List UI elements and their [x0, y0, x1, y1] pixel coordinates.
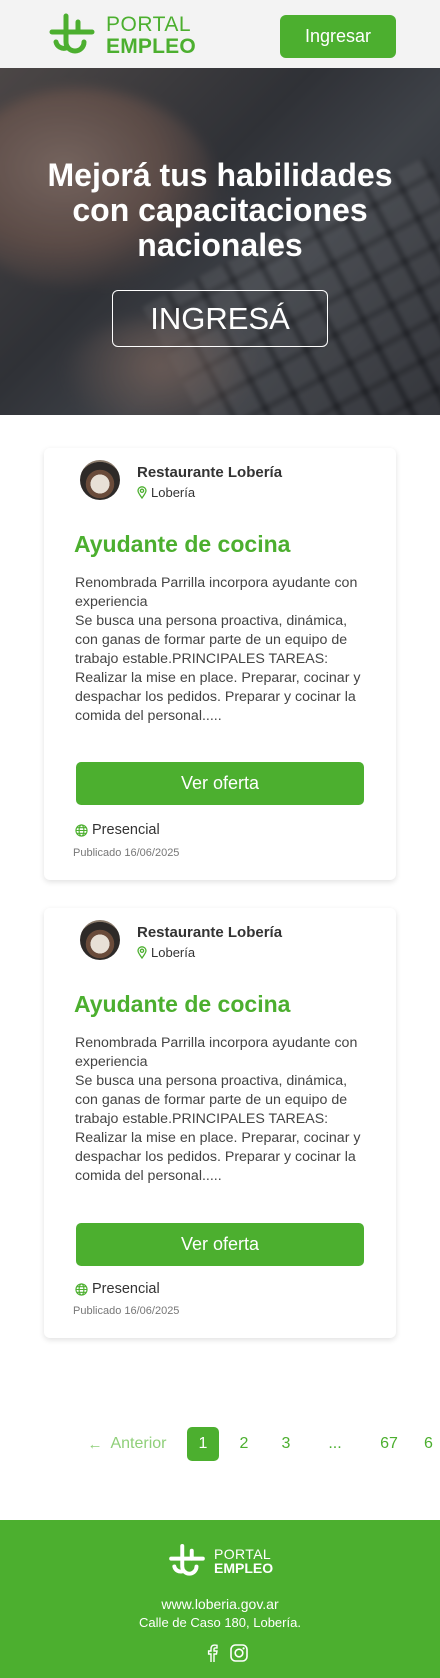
- login-button[interactable]: Ingresar: [280, 15, 396, 58]
- published-date: Publicado 16/06/2025: [73, 847, 180, 859]
- footer-logo-text: PORTAL EMPLEO: [214, 1547, 273, 1575]
- view-offer-button[interactable]: Ver oferta: [76, 762, 364, 805]
- pagination-page-2[interactable]: 2: [228, 1427, 260, 1461]
- hero-title: Mejorá tus habilidades con capacitacione…: [47, 157, 393, 263]
- hero-banner: Mejorá tus habilidades con capacitacione…: [0, 68, 440, 415]
- facebook-icon[interactable]: [203, 1643, 223, 1663]
- footer-logo[interactable]: PORTAL EMPLEO: [168, 1542, 273, 1580]
- company-avatar: [80, 920, 120, 960]
- logo-line-empleo: EMPLEO: [106, 34, 196, 58]
- social-links: [203, 1643, 249, 1663]
- job-description: Renombrada Parrilla incorpora ayudante c…: [75, 1035, 361, 1184]
- pagination-prev[interactable]: ← Anterior: [82, 1427, 172, 1461]
- job-title[interactable]: Ayudante de cocina: [74, 991, 290, 1018]
- footer: PORTAL EMPLEO www.loberia.gov.ar Calle d…: [0, 1520, 440, 1678]
- pagination-prev-label: Anterior: [110, 1435, 167, 1452]
- company-name: Restaurante Lobería: [137, 464, 283, 481]
- footer-website-link[interactable]: www.loberia.gov.ar: [0, 1596, 440, 1612]
- job-modality: Presencial: [75, 822, 160, 838]
- company-name: Restaurante Lobería: [137, 924, 283, 941]
- globe-icon: [75, 1282, 88, 1296]
- published-date: Publicado 16/06/2025: [73, 1305, 180, 1317]
- location-pin-icon: [137, 486, 147, 499]
- portal-empleo-logo[interactable]: PORTAL EMPLEO: [48, 12, 196, 58]
- pagination-page-next-partial[interactable]: 6: [424, 1427, 440, 1461]
- job-modality-text: Presencial: [92, 1281, 160, 1297]
- top-header: PORTAL EMPLEO Ingresar: [0, 0, 440, 68]
- pagination-page-67[interactable]: 67: [372, 1427, 406, 1461]
- arrow-left-icon: ←: [87, 1435, 103, 1453]
- job-modality: Presencial: [75, 1281, 160, 1297]
- globe-icon: [75, 823, 88, 837]
- job-description: Renombrada Parrilla incorpora ayudante c…: [75, 575, 361, 724]
- instagram-icon[interactable]: [229, 1643, 249, 1663]
- job-location-text: Lobería: [151, 485, 196, 500]
- job-modality-text: Presencial: [92, 822, 160, 838]
- footer-address: Calle de Caso 180, Lobería.: [139, 1615, 301, 1630]
- job-card: Restaurante Lobería Lobería Ayudante de …: [44, 448, 396, 880]
- pagination: ← Anterior 1 2 3 ... 67 6: [0, 1427, 440, 1461]
- portal-empleo-logo-icon: [169, 1543, 205, 1576]
- company-avatar: [80, 460, 120, 500]
- view-offer-button[interactable]: Ver oferta: [76, 1223, 364, 1266]
- portal-empleo-logo-icon: [49, 13, 95, 54]
- logo-line-portal: PORTAL: [106, 12, 192, 36]
- job-location-text: Lobería: [151, 945, 196, 960]
- hero-cta-button[interactable]: INGRESÁ: [112, 290, 328, 347]
- location-pin-icon: [137, 946, 147, 959]
- job-location: Lobería: [137, 485, 195, 500]
- job-title[interactable]: Ayudante de cocina: [74, 531, 290, 558]
- pagination-ellipsis: ...: [328, 1435, 342, 1452]
- logo-text: PORTAL EMPLEO: [106, 14, 196, 57]
- job-location: Lobería: [137, 945, 195, 960]
- pagination-page-1[interactable]: 1: [187, 1427, 219, 1461]
- footer-logo-line-empleo: EMPLEO: [214, 1560, 274, 1576]
- job-card: Restaurante Lobería Lobería Ayudante de …: [44, 908, 396, 1338]
- footer-logo-line-portal: PORTAL: [214, 1546, 272, 1562]
- pagination-page-3[interactable]: 3: [270, 1427, 302, 1461]
